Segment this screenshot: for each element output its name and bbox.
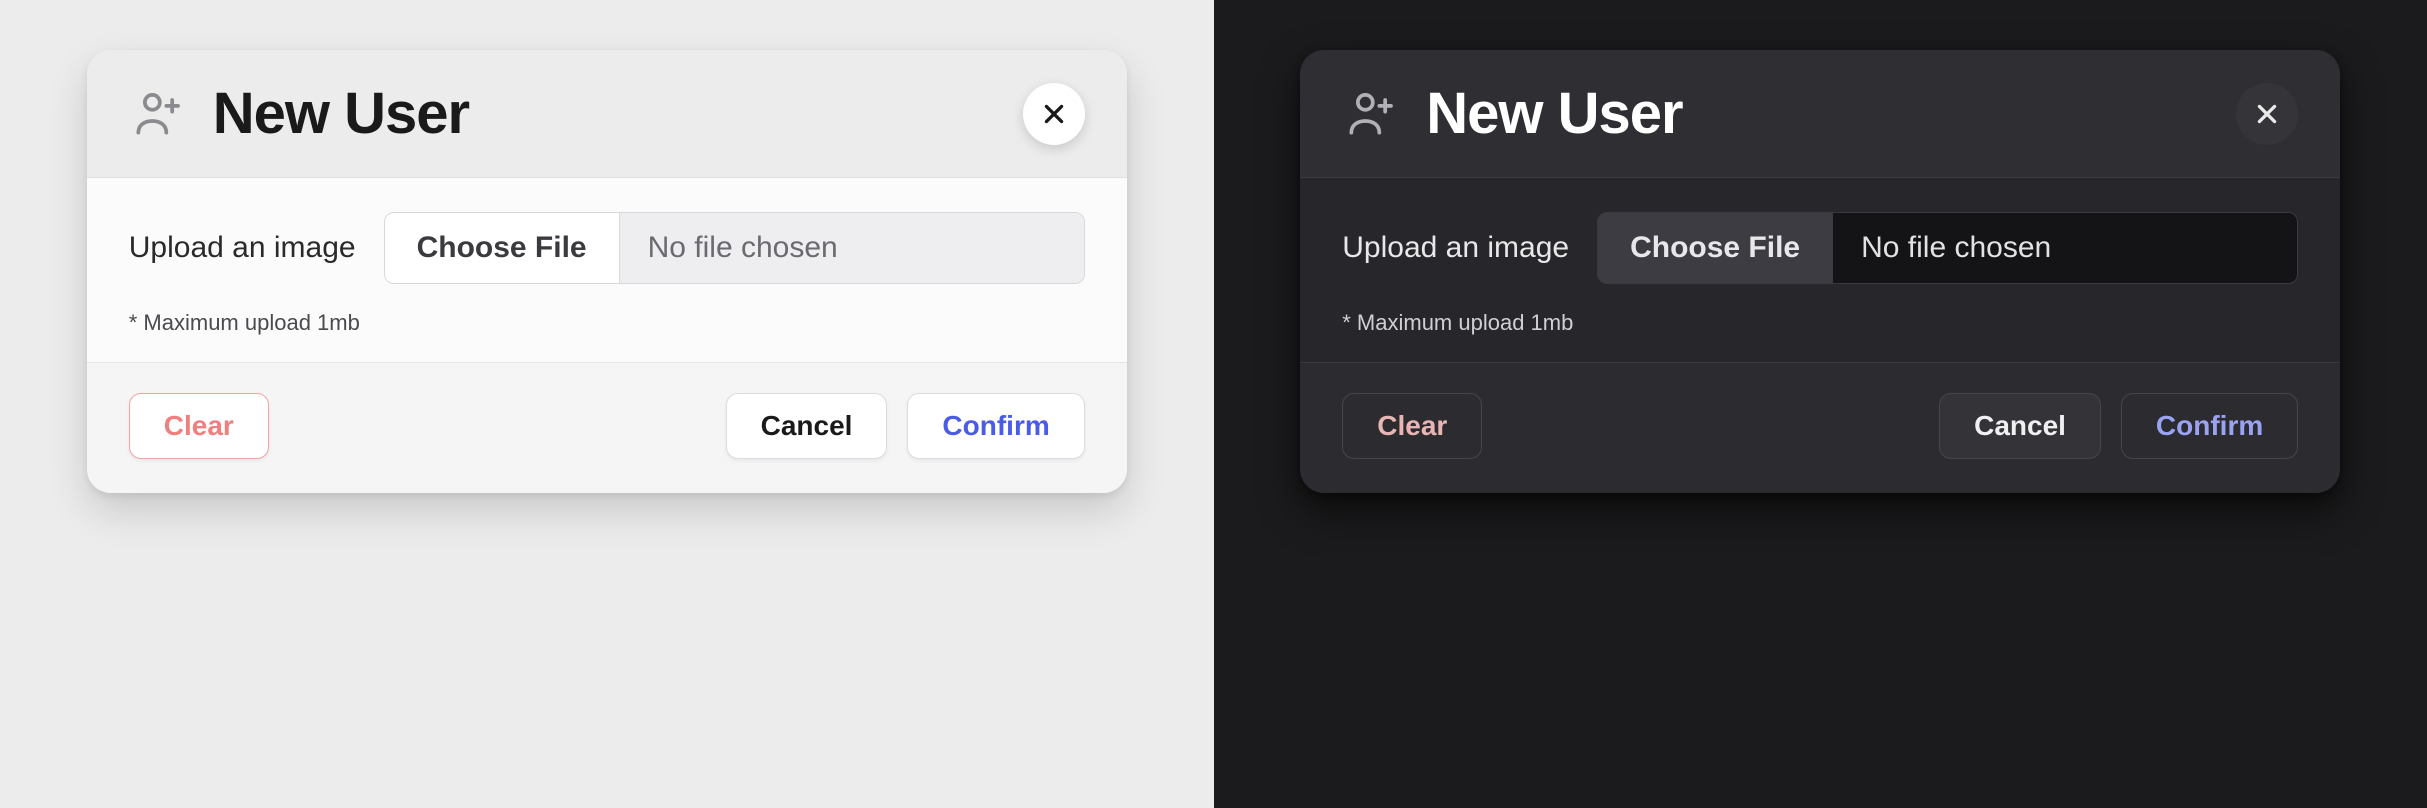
footer-spacer [1502,393,1919,459]
file-picker: Choose File No file chosen [384,212,1085,284]
new-user-card: New User Upload an image Choose File No … [1300,50,2340,493]
upload-label: Upload an image [1342,231,1569,265]
upload-row: Upload an image Choose File No file chos… [1342,212,2298,284]
card-body: Upload an image Choose File No file chos… [1300,178,2340,362]
card-footer: Clear Cancel Confirm [1300,362,2340,493]
choose-file-button[interactable]: Choose File [385,213,620,283]
light-pane: New User Upload an image Choose File No … [0,0,1214,808]
new-user-card: New User Upload an image Choose File No … [87,50,1127,493]
file-status: No file chosen [1833,213,2297,283]
file-status: No file chosen [620,213,1084,283]
dark-pane: New User Upload an image Choose File No … [1214,0,2427,808]
clear-button[interactable]: Clear [1342,393,1482,459]
card-header: New User [87,50,1127,178]
close-button[interactable] [2236,83,2298,145]
card-header: New User [1300,50,2340,178]
upload-hint: * Maximum upload 1mb [1342,310,2298,336]
card-body: Upload an image Choose File No file chos… [87,178,1127,362]
file-picker: Choose File No file chosen [1597,212,2298,284]
choose-file-button[interactable]: Choose File [1598,213,1833,283]
upload-hint: * Maximum upload 1mb [129,310,1085,336]
user-plus-icon [1342,86,1398,142]
dialog-title: New User [213,80,1023,147]
clear-button[interactable]: Clear [129,393,269,459]
close-icon [2254,101,2280,127]
close-button[interactable] [1023,83,1085,145]
confirm-button[interactable]: Confirm [907,393,1084,459]
confirm-button[interactable]: Confirm [2121,393,2298,459]
upload-row: Upload an image Choose File No file chos… [129,212,1085,284]
upload-label: Upload an image [129,231,356,265]
card-footer: Clear Cancel Confirm [87,362,1127,493]
cancel-button[interactable]: Cancel [726,393,888,459]
cancel-button[interactable]: Cancel [1939,393,2101,459]
footer-spacer [289,393,706,459]
user-plus-icon [129,86,185,142]
close-icon [1041,101,1067,127]
dialog-title: New User [1426,80,2236,147]
